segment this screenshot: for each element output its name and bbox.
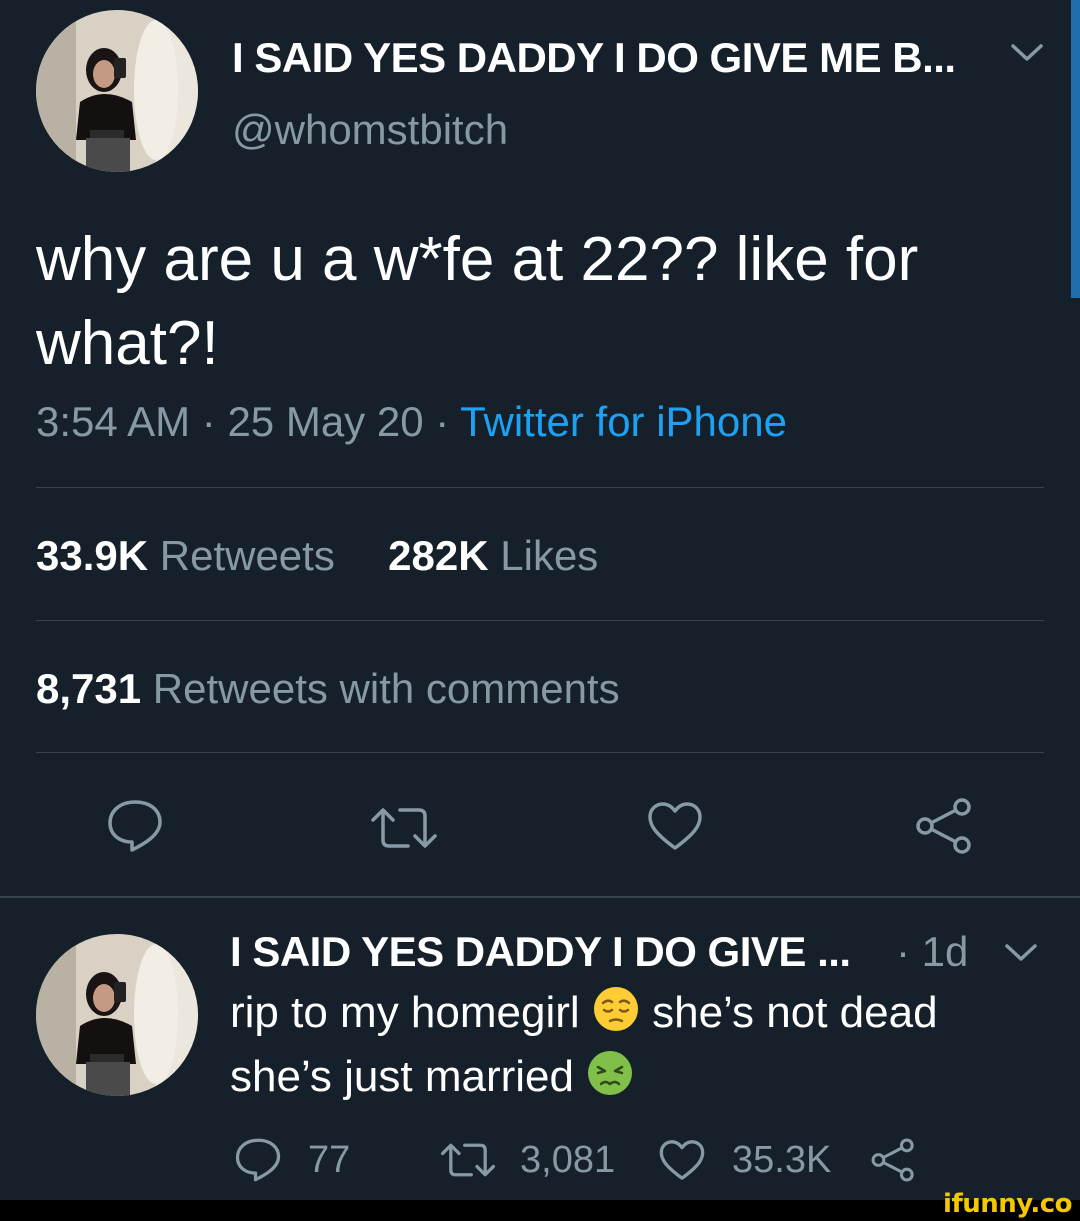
meta-separator: ·: [435, 398, 450, 445]
pensive-face-emoji: [592, 985, 640, 1048]
retweets-label: Retweets: [159, 532, 335, 579]
ifunny-watermark: ifunny.co: [943, 1189, 1072, 1219]
reply-count: 77: [308, 1138, 351, 1181]
retweets-count: 33.9K: [36, 532, 149, 579]
tweet-text: why are u a w*fe at 22?? like for what?!: [36, 225, 919, 378]
tweet-source-link[interactable]: Twitter for iPhone: [460, 398, 787, 445]
share-icon: [871, 1138, 914, 1182]
quote-tweets-stat[interactable]: 8,731 Retweets with comments: [36, 665, 620, 713]
tweet-meta: 3:54 AM · 25 May 20 · Twitter for iPhone: [36, 398, 787, 446]
nauseated-face-emoji: [586, 1049, 634, 1112]
share-icon[interactable]: [914, 796, 974, 861]
reply-share-action[interactable]: [870, 1134, 916, 1186]
retweets-stat[interactable]: 33.9K Retweets: [36, 532, 335, 579]
avatar[interactable]: [36, 10, 198, 172]
reply-age[interactable]: · 1d: [896, 928, 968, 976]
likes-stat[interactable]: 282K Likes: [388, 532, 598, 579]
reply-display-name[interactable]: I SAID YES DADDY I DO GIVE ...: [230, 928, 851, 976]
chevron-down-icon[interactable]: [1010, 42, 1044, 69]
chevron-down-icon[interactable]: [1004, 942, 1038, 969]
tweet-time: 3:54 AM: [36, 398, 191, 445]
divider: [36, 487, 1044, 488]
avatar-photo: [36, 10, 198, 172]
divider: [0, 896, 1080, 898]
likes-label: Likes: [500, 532, 599, 579]
quote-label: Retweets with comments: [152, 665, 620, 712]
reply-retweet-action[interactable]: 3,081: [440, 1134, 615, 1186]
divider: [36, 752, 1044, 753]
like-icon: [659, 1140, 705, 1180]
quote-count: 8,731: [36, 665, 142, 712]
handle[interactable]: @whomstbitch: [232, 106, 508, 154]
like-count: 35.3K: [732, 1138, 832, 1181]
reply-icon[interactable]: [106, 798, 164, 859]
meta-separator: ·: [201, 398, 216, 445]
display-name[interactable]: I SAID YES DADDY I DO GIVE ME B...: [232, 34, 956, 82]
engagement-stats: 33.9K Retweets 282K Likes: [36, 532, 598, 580]
avatar[interactable]: [36, 934, 198, 1096]
retweet-count: 3,081: [520, 1138, 616, 1181]
divider: [36, 620, 1044, 621]
likes-count: 282K: [388, 532, 489, 579]
scroll-indicator[interactable]: [1071, 0, 1080, 298]
like-icon[interactable]: [646, 800, 704, 857]
retweet-icon[interactable]: [370, 806, 438, 855]
reply-text: rip to my homegirl she’s not dead she’s …: [230, 984, 1050, 1112]
retweet-icon: [441, 1143, 495, 1177]
footer-bar: [0, 1200, 1080, 1221]
reply-text-part1: rip to my homegirl: [230, 988, 592, 1037]
reply-like-action[interactable]: 35.3K: [658, 1134, 831, 1186]
reply-icon: [235, 1138, 281, 1182]
reply-reply-action[interactable]: 77: [234, 1134, 350, 1186]
avatar-photo: [36, 934, 198, 1096]
tweet-date[interactable]: 25 May 20: [227, 398, 423, 445]
